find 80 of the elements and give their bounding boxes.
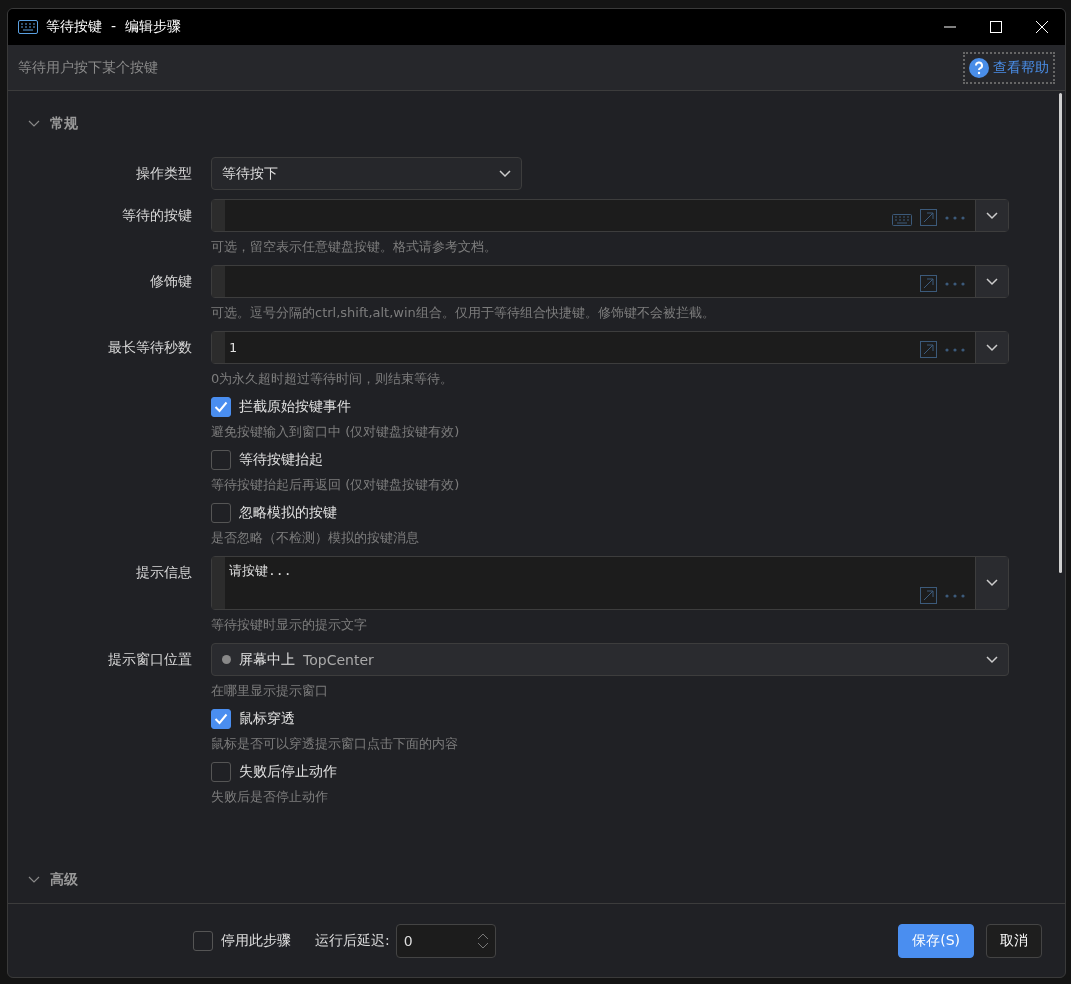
checkbox-label: 拦截原始按键事件 [239,398,351,416]
keyboard-icon [18,20,38,34]
field-label: 等待的按键 [121,206,192,225]
field-hint: 0为永久超时超过等待时间，则结束等待。 [211,370,455,388]
field-hint: 可选，留空表示任意键盘按键。格式请参考文档。 [211,238,498,256]
checkbox-box[interactable] [211,762,231,782]
step-description: 等待用户按下某个按键 [18,58,158,77]
section-header[interactable]: 常规 [8,109,98,139]
input-field[interactable] [211,265,1009,298]
field-label: 操作类型 [135,164,192,183]
chevron-down-icon [499,169,511,178]
checkbox-label: 等待按键抬起 [239,451,323,469]
help-icon [969,57,989,78]
checkbox-box[interactable] [211,503,231,523]
field-label: 提示信息 [135,563,192,582]
chevron-down-icon [986,579,998,587]
field-hint: 是否忽略（不检测）模拟的按键消息 [211,529,420,547]
dropdown-button[interactable] [975,266,1008,297]
field-margin [212,557,225,609]
chevron-icon [28,876,40,884]
more-icon[interactable] [945,594,965,598]
maximize-icon [990,21,1002,33]
checkbox[interactable]: 忽略模拟的按键 [211,503,1009,523]
checkbox-box[interactable] [211,450,231,470]
section-header[interactable]: 高级 [8,865,98,895]
window-title: 等待按键 - 编辑步骤 [46,18,182,36]
checkbox[interactable]: 停用此步骤 [193,930,291,951]
expand-icon[interactable] [920,209,937,226]
checkbox[interactable]: 失败后停止动作 [211,762,1009,782]
delay-spinbox[interactable]: 0 [395,923,496,958]
input-field[interactable] [211,199,1009,232]
checkbox[interactable]: 等待按键抬起 [211,450,1009,470]
dropdown-button[interactable] [975,200,1008,231]
position-dropdown[interactable]: 屏幕中上 TopCenter [211,643,1009,676]
operation-type-dropdown[interactable]: 等待按下 [211,157,522,190]
chevron-down-icon [986,655,998,664]
input-field[interactable]: 请按键... [211,556,1009,610]
expand-icon[interactable] [920,275,937,292]
checkbox-box[interactable] [211,397,231,417]
chevron-down-icon [986,211,998,220]
close-icon [1036,21,1048,33]
field-hint: 等待按键抬起后再返回 (仅对键盘按键有效) [211,476,461,494]
chevron-down-icon [986,277,998,286]
field-margin [212,266,225,297]
help-link[interactable]: 查看帮助 [963,51,1055,84]
field-hint: 等待按键时显示的提示文字 [211,616,368,634]
checkbox[interactable]: 鼠标穿透 [211,709,1009,729]
input-field[interactable]: 1 [211,331,1009,364]
more-icon[interactable] [945,282,965,286]
field-hint: 可选。逗号分隔的ctrl,shift,alt,win组合。仅用于等待组合快捷键。修饰键不会被拦截。 [211,304,716,322]
field-hint: 在哪里显示提示窗口 [211,682,329,700]
checkbox-box[interactable] [211,709,231,729]
checkbox-label: 失败后停止动作 [239,763,337,781]
scrollbar[interactable] [1059,93,1062,573]
delay-label: 运行后延迟: [315,931,390,950]
checkbox-label: 鼠标穿透 [239,710,295,728]
field-margin [212,332,225,363]
dropdown-button[interactable] [975,332,1008,363]
chevron-icon [28,120,40,128]
field-label: 修饰键 [149,272,192,291]
checkbox[interactable]: 拦截原始按键事件 [211,397,1009,417]
minimize-icon [944,26,956,28]
checkbox-label: 忽略模拟的按键 [239,504,337,522]
keyboard-icon[interactable] [892,214,912,226]
checkbox-box[interactable] [193,930,213,951]
more-icon[interactable] [945,348,965,352]
field-margin [212,200,225,231]
checkbox-label: 停用此步骤 [221,931,291,950]
more-icon[interactable] [945,216,965,220]
expand-icon[interactable] [920,587,937,604]
field-hint: 失败后是否停止动作 [211,788,329,806]
field-label: 提示窗口位置 [107,650,192,669]
cancel-button[interactable]: 取消 [986,923,1042,958]
chevron-down-icon [986,343,998,352]
field-hint: 鼠标是否可以穿透提示窗口点击下面的内容 [211,735,459,753]
expand-icon[interactable] [920,341,937,358]
field-label: 最长等待秒数 [107,338,192,357]
spin-arrows-icon[interactable] [476,931,489,950]
field-hint: 避免按键输入到窗口中 (仅对键盘按键有效) [211,423,461,441]
status-dot [222,655,231,664]
